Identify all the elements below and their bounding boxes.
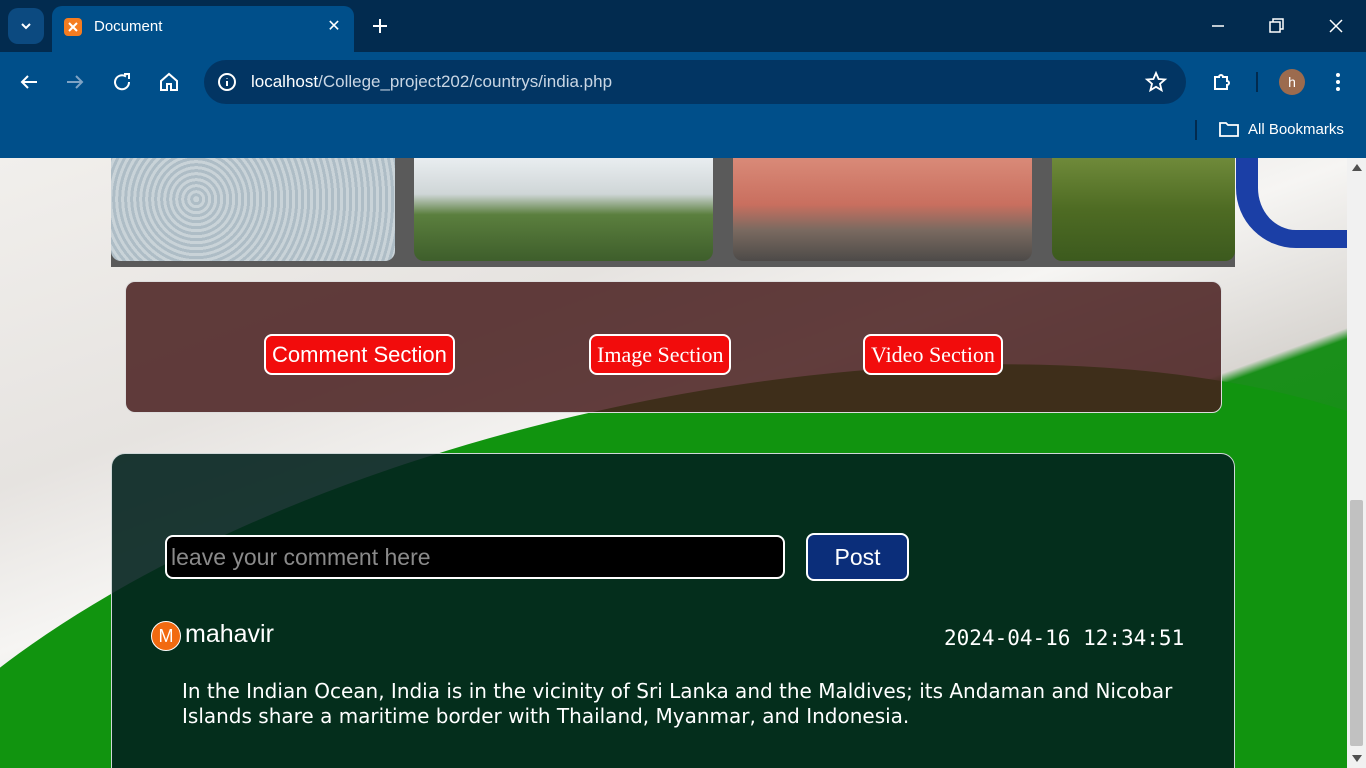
gallery-image-hawa-mahal[interactable] <box>733 158 1032 261</box>
post-button[interactable]: Post <box>806 533 909 581</box>
bookmark-star-icon[interactable] <box>1144 70 1168 94</box>
gallery-image-desert[interactable] <box>111 158 395 261</box>
address-bar[interactable]: localhost/College_project202/countrys/in… <box>204 60 1186 104</box>
url-host: localhost <box>251 72 319 91</box>
avatar: M <box>151 621 181 651</box>
chevron-down-icon <box>21 23 31 30</box>
xampp-favicon <box>64 18 82 36</box>
reload-icon[interactable] <box>110 70 134 94</box>
comment-input[interactable] <box>165 535 785 579</box>
bookmarks-divider <box>1195 120 1197 140</box>
url-text[interactable]: localhost/College_project202/countrys/in… <box>251 72 612 92</box>
toolbar-divider <box>1256 72 1258 92</box>
profile-avatar[interactable]: h <box>1279 69 1305 95</box>
tab-title: Document <box>94 18 163 35</box>
restore-icon[interactable] <box>1264 14 1288 38</box>
url-path: /College_project202/countrys/india.php <box>318 72 613 91</box>
video-section-button[interactable]: Video Section <box>863 334 1003 375</box>
scroll-up-arrow[interactable] <box>1352 164 1362 171</box>
flag-chakra-fragment <box>1236 158 1347 248</box>
comment-timestamp: 2024-04-16 12:34:51 <box>944 626 1185 650</box>
close-window-icon[interactable] <box>1324 14 1348 38</box>
extensions-icon[interactable] <box>1210 70 1234 94</box>
gallery-image-hills[interactable] <box>1052 158 1235 261</box>
scroll-down-arrow[interactable] <box>1352 755 1362 762</box>
all-bookmarks-button[interactable]: All Bookmarks <box>1218 120 1344 138</box>
comment-section-button[interactable]: Comment Section <box>264 334 455 375</box>
home-icon[interactable] <box>157 70 181 94</box>
minimize-icon[interactable] <box>1206 14 1230 38</box>
comment-panel: Post M mahavir 2024-04-16 12:34:51 In th… <box>111 453 1235 768</box>
forward-icon[interactable] <box>63 70 87 94</box>
comment-username: mahavir <box>185 620 274 648</box>
gallery-image-taj-mahal[interactable] <box>414 158 713 261</box>
back-icon[interactable] <box>17 70 41 94</box>
new-tab-icon[interactable] <box>368 14 392 38</box>
site-info-icon[interactable] <box>216 71 238 93</box>
image-gallery <box>111 158 1235 267</box>
browser-titlebar: Document ✕ <box>0 0 1366 52</box>
comment-text: In the Indian Ocean, India is in the vic… <box>182 679 1173 728</box>
page-scrollbar[interactable] <box>1347 158 1366 768</box>
tab-list-button[interactable] <box>8 8 44 44</box>
page-viewport: Comment Section Image Section Video Sect… <box>0 158 1347 768</box>
scroll-thumb[interactable] <box>1350 500 1363 746</box>
folder-icon <box>1219 122 1239 137</box>
browser-toolbar: localhost/College_project202/countrys/in… <box>0 52 1366 158</box>
image-section-button[interactable]: Image Section <box>589 334 732 375</box>
close-tab-icon[interactable]: ✕ <box>324 16 344 35</box>
bookmarks-label: All Bookmarks <box>1248 120 1344 138</box>
browser-tab[interactable]: Document ✕ <box>52 6 354 52</box>
menu-icon[interactable] <box>1330 70 1346 94</box>
section-nav: Comment Section Image Section Video Sect… <box>125 281 1222 413</box>
